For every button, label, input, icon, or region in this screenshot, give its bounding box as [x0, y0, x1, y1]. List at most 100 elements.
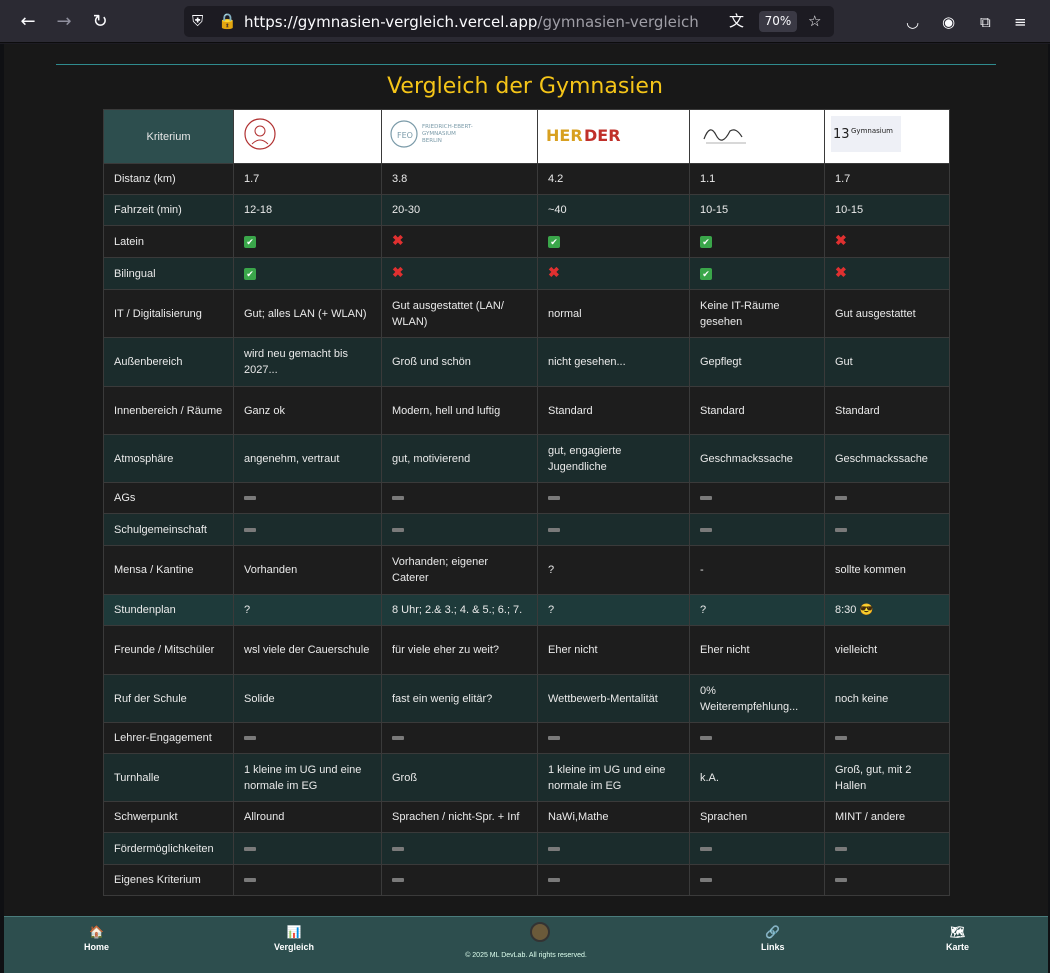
table-row: Außenbereich wird neu gemacht bis 2027...… — [103, 337, 950, 387]
herder-logo-icon: HER DER — [546, 126, 621, 145]
table-cell — [233, 832, 382, 865]
dash-icon — [244, 846, 256, 851]
table-cell: Eher nicht — [689, 625, 825, 675]
row-label: Ruf der Schule — [103, 674, 234, 723]
dash-icon — [392, 846, 404, 851]
table-cell — [689, 864, 825, 896]
table-cell: ✖ — [381, 257, 538, 290]
table-row: Schwerpunkt Allround Sprachen / nicht-Spr.… — [103, 801, 950, 833]
reload-icon[interactable]: ↻ — [88, 10, 112, 34]
table-cell — [381, 513, 538, 546]
table-cell — [824, 513, 950, 546]
dash-icon — [835, 527, 847, 532]
back-icon[interactable]: ← — [16, 10, 40, 34]
table-cell — [381, 482, 538, 514]
table-cell — [233, 513, 382, 546]
row-label: Lehrer-Engagement — [103, 722, 234, 754]
table-cell — [824, 482, 950, 514]
table-row: Turnhalle 1 kleine im UG und eine normale… — [103, 753, 950, 802]
address-bar[interactable]: ⛨ 🔒 https://gymnasien-vergleich.vercel.a… — [184, 6, 834, 37]
table-cell: ✔ — [689, 257, 825, 290]
table-cell: ✖ — [824, 257, 950, 290]
bookmark-star-icon[interactable]: ☆ — [808, 11, 821, 31]
menu-icon[interactable]: ≡ — [1014, 12, 1027, 32]
table-cell: MINT / andere — [824, 801, 950, 833]
avatar — [530, 922, 550, 942]
footer-links-link[interactable]: 🔗 Links — [761, 925, 785, 952]
cross-icon: ✖ — [392, 264, 404, 280]
dash-icon — [548, 527, 560, 532]
shield-icon[interactable]: ⛨ — [192, 11, 203, 31]
chart-icon: 📊 — [286, 925, 302, 939]
footer-vergleich-link[interactable]: 📊 Vergleich — [274, 925, 314, 952]
table-row: Ruf der Schule Solide fast ein wenig elitä… — [103, 674, 950, 723]
table-cell: wird neu gemacht bis 2027... — [233, 337, 382, 387]
table-cell: gut, engagierte Jugendliche — [537, 434, 690, 483]
dash-icon — [244, 736, 256, 741]
table-cell — [689, 482, 825, 514]
table-cell — [824, 864, 950, 896]
url-text[interactable]: https://gymnasien-vergleich.vercel.app/g… — [244, 13, 699, 31]
zoom-level[interactable]: 70% — [759, 11, 797, 32]
table-cell — [537, 722, 690, 754]
table-cell: gut, motivierend — [381, 434, 538, 483]
table-cell: ✔ — [689, 225, 825, 258]
table-cell — [381, 722, 538, 754]
check-icon: ✔ — [700, 267, 712, 280]
table-cell: Groß und schön — [381, 337, 538, 387]
table-cell: Gut — [824, 337, 950, 387]
table-cell: 0% Weiterempfehlung... — [689, 674, 825, 723]
pocket-icon[interactable]: ◡ — [906, 12, 919, 32]
extensions-icon[interactable]: ⧉ — [980, 12, 991, 32]
table-cell: ✖ — [824, 225, 950, 258]
map-icon: 🗺 — [949, 925, 966, 939]
lock-icon[interactable]: 🔒 — [218, 11, 237, 31]
table-cell: noch keine — [824, 674, 950, 723]
table-row: Fahrzeit (min) 12-18 20-30 ~40 10-15 10-15 — [103, 194, 950, 226]
table-row: Mensa / Kantine Vorhanden Vorhanden; eigen… — [103, 545, 950, 595]
dash-icon — [835, 496, 847, 501]
footer-home-link[interactable]: 🏠 Home — [84, 925, 109, 952]
school-logo-3: HER DER — [537, 109, 690, 164]
account-icon[interactable]: ◉ — [942, 12, 955, 32]
row-label: IT / Digitalisierung — [103, 289, 234, 338]
table-cell: Standard — [689, 386, 825, 435]
svg-text:13: 13 — [833, 127, 850, 142]
table-cell — [537, 864, 690, 896]
dash-icon — [392, 878, 404, 883]
table-cell: 3.8 — [381, 163, 538, 195]
translate-icon[interactable]: 文 — [729, 11, 744, 31]
dash-icon — [835, 878, 847, 883]
dash-icon — [548, 496, 560, 501]
dash-icon — [244, 496, 256, 501]
school-logo-2: FEO FRIEDRICH-EBERT- GYMNASIUM BERLIN — [381, 109, 538, 164]
table-cell: 1 kleine im UG und eine normale im EG — [233, 753, 382, 802]
table-row: Bilingual ✔ ✖ ✖ ✔ ✖ — [103, 257, 950, 290]
check-icon: ✔ — [244, 235, 256, 248]
13-gymnasium-logo-icon: 13 Gymnasium — [831, 116, 901, 152]
table-cell: 8 Uhr; 2.& 3.; 4. & 5.; 6.; 7. — [381, 594, 538, 626]
check-icon: ✔ — [548, 235, 560, 248]
table-cell: Sprachen / nicht-Spr. + Inf — [381, 801, 538, 833]
browser-toolbar: ← → ↻ ⛨ 🔒 https://gymnasien-vergleich.ve… — [0, 0, 1050, 43]
row-label: Stundenplan — [103, 594, 234, 626]
table-cell — [537, 832, 690, 865]
table-cell: ~40 — [537, 194, 690, 226]
row-label: Außenbereich — [103, 337, 234, 387]
row-label: Distanz (km) — [103, 163, 234, 195]
footer-karte-link[interactable]: 🗺 Karte — [946, 925, 969, 952]
cross-icon: ✖ — [392, 232, 404, 248]
forward-icon[interactable]: → — [52, 10, 76, 34]
table-cell: Vorhanden — [233, 545, 382, 595]
table-cell — [233, 482, 382, 514]
table-cell: Groß, gut, mit 2 Hallen — [824, 753, 950, 802]
dash-icon — [700, 736, 712, 741]
header-divider — [56, 64, 996, 65]
school-logo-4 — [689, 109, 825, 164]
table-row: Atmosphäre angenehm, vertraut gut, motivie… — [103, 434, 950, 483]
table-cell: Solide — [233, 674, 382, 723]
svg-text:Gymnasium: Gymnasium — [851, 127, 893, 135]
table-cell: Gut; alles LAN (+ WLAN) — [233, 289, 382, 338]
table-cell: Gepflegt — [689, 337, 825, 387]
table-cell: ? — [689, 594, 825, 626]
